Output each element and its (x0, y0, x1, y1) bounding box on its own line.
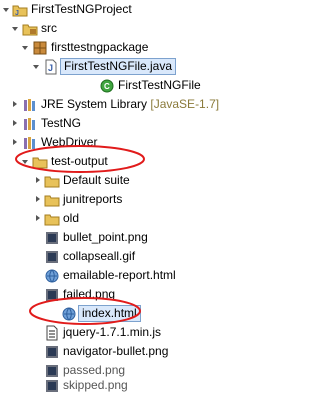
tree-label: index.html (78, 305, 141, 322)
image-file-icon (44, 344, 60, 360)
folder-icon (44, 211, 60, 227)
collapse-arrow-icon[interactable] (36, 177, 40, 183)
expand-arrow-icon[interactable] (22, 160, 28, 164)
package-icon (32, 40, 48, 56)
tree-label: junitreports (63, 192, 123, 206)
tree-row-package[interactable]: firsttestngpackage (0, 38, 232, 57)
library-icon (22, 97, 38, 113)
image-file-icon (44, 287, 60, 303)
library-icon (22, 135, 38, 151)
tree-label: old (63, 211, 80, 225)
tree-row-failed[interactable]: failed.png (0, 285, 232, 304)
expand-arrow-icon[interactable] (3, 8, 9, 12)
tree-label: bullet_point.png (63, 230, 148, 244)
svg-text:J: J (48, 63, 53, 73)
library-icon (22, 116, 38, 132)
expand-arrow-icon[interactable] (22, 46, 28, 50)
java-class-icon: C (99, 78, 115, 94)
collapse-arrow-icon[interactable] (36, 196, 40, 202)
tree-label: TestNG (41, 116, 82, 130)
source-folder-icon (22, 21, 38, 37)
html-file-icon (61, 306, 77, 322)
collapse-arrow-icon[interactable] (13, 101, 17, 107)
tree-label: FirstTestNGProject (31, 2, 132, 16)
tree-label: failed.png (63, 287, 116, 301)
project-explorer-tree: J FirstTestNGProject src firsttestngpack… (0, 0, 232, 392)
tree-row-old[interactable]: old (0, 209, 232, 228)
tree-row-collapseall[interactable]: collapseall.gif (0, 247, 232, 266)
tree-row-src[interactable]: src (0, 19, 232, 38)
tree-label: emailable-report.html (63, 268, 176, 282)
tree-label: src (41, 21, 57, 35)
java-file-icon: J (43, 59, 59, 75)
tree-label: jquery-1.7.1.min.js (63, 325, 162, 339)
tree-label: test-output (51, 154, 108, 168)
tree-label: WebDriver (41, 135, 98, 149)
tree-label: collapseall.gif (63, 249, 136, 263)
tree-row-test-output[interactable]: test-output (0, 152, 232, 171)
tree-label: firsttestngpackage (51, 40, 149, 54)
tree-row-navigator-bullet[interactable]: navigator-bullet.png (0, 342, 232, 361)
folder-icon (44, 173, 60, 189)
collapse-arrow-icon[interactable] (13, 120, 17, 126)
svg-text:C: C (104, 82, 110, 91)
folder-icon (44, 192, 60, 208)
expand-arrow-icon[interactable] (33, 65, 39, 69)
tree-row-index-html[interactable]: index.html (0, 304, 232, 323)
tree-label: navigator-bullet.png (63, 344, 169, 358)
tree-row-class[interactable]: C FirstTestNGFile (0, 76, 232, 95)
tree-label: Default suite (63, 173, 130, 187)
folder-icon (32, 154, 48, 170)
tree-row-testng[interactable]: TestNG (0, 114, 232, 133)
tree-row-bullet-point[interactable]: bullet_point.png (0, 228, 232, 247)
collapse-arrow-icon[interactable] (36, 215, 40, 221)
tree-row-default-suite[interactable]: Default suite (0, 171, 232, 190)
collapse-arrow-icon[interactable] (13, 139, 17, 145)
image-file-icon (44, 230, 60, 246)
expand-arrow-icon[interactable] (12, 27, 18, 31)
tree-row-project[interactable]: J FirstTestNGProject (0, 0, 232, 19)
tree-row-webdriver[interactable]: WebDriver (0, 133, 232, 152)
html-file-icon (44, 268, 60, 284)
tree-label: FirstTestNGFile (118, 78, 201, 92)
tree-row-junitreports[interactable]: junitreports (0, 190, 232, 209)
js-file-icon (44, 325, 60, 341)
tree-row-jquery[interactable]: jquery-1.7.1.min.js (0, 323, 232, 342)
image-file-icon (44, 378, 60, 394)
tree-row-java-file[interactable]: J FirstTestNGFile.java (0, 57, 232, 76)
tree-label: JRE System Library [JavaSE-1.7] (41, 97, 220, 111)
java-project-icon: J (12, 2, 28, 18)
tree-row-jre[interactable]: JRE System Library [JavaSE-1.7] (0, 95, 232, 114)
tree-label: FirstTestNGFile.java (60, 58, 177, 75)
image-file-icon (44, 249, 60, 265)
tree-row-emailable-report[interactable]: emailable-report.html (0, 266, 232, 285)
svg-text:J: J (15, 10, 19, 17)
